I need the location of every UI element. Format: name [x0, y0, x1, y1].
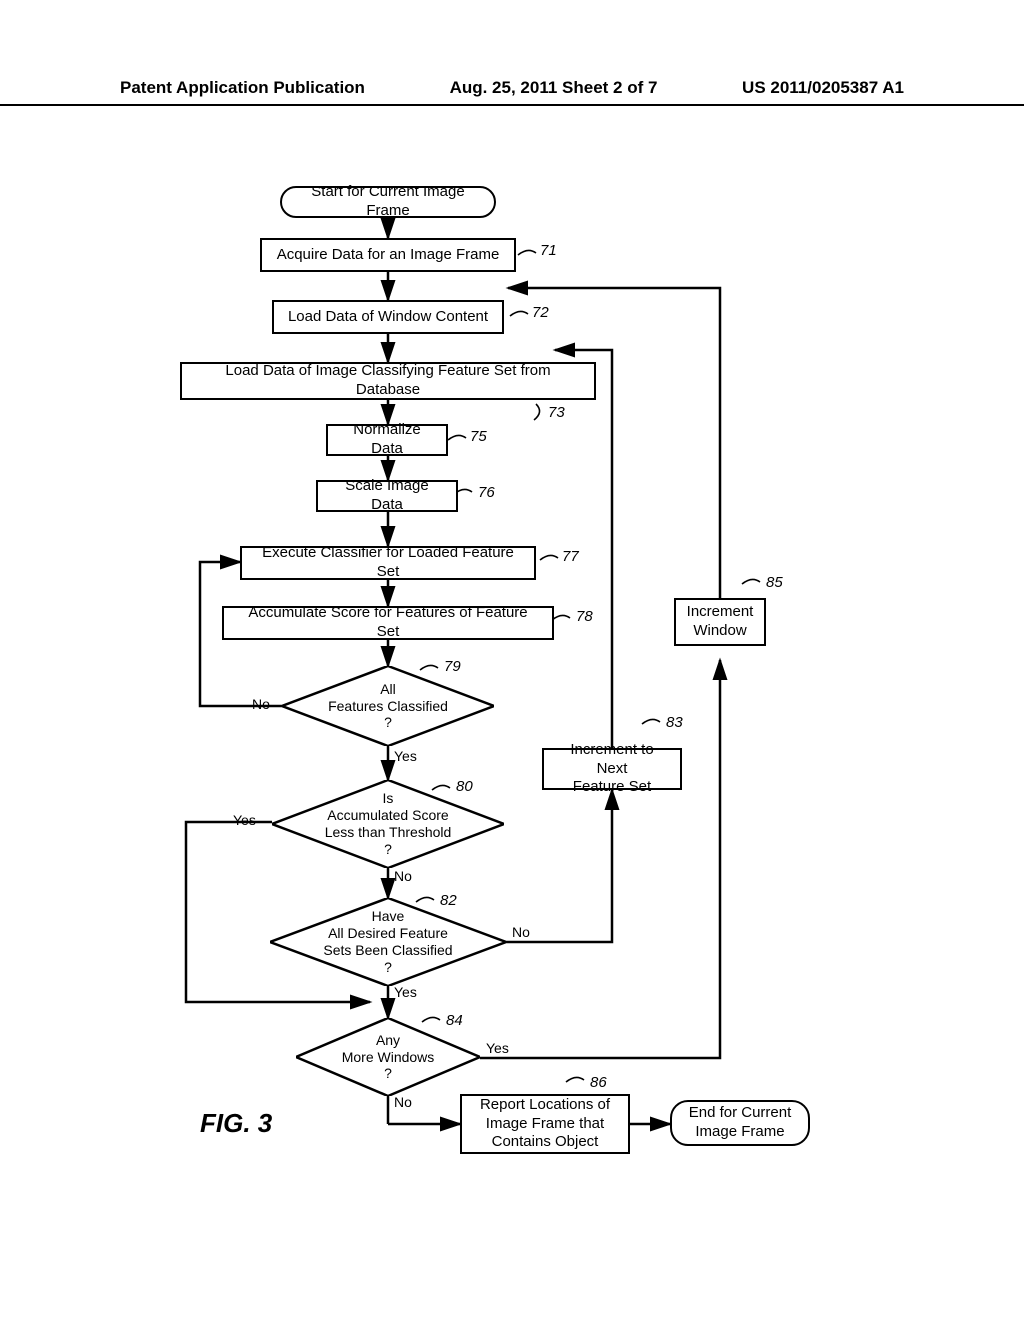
ref-78: 78	[576, 608, 593, 625]
node-normalize: Normalize Data	[326, 424, 448, 456]
ref-76: 76	[478, 484, 495, 501]
node-start: Start for Current Image Frame	[280, 186, 496, 218]
decision-all-sets: HaveAll Desired FeatureSets Been Classif…	[270, 898, 506, 986]
ref-85: 85	[766, 574, 783, 591]
node-accumulate: Accumulate Score for Features of Feature…	[222, 606, 554, 640]
decision-more-windows: AnyMore Windows?	[296, 1018, 480, 1096]
ref-75: 75	[470, 428, 487, 445]
node-end: End for CurrentImage Frame	[670, 1100, 810, 1146]
node-execute: Execute Classifier for Loaded Feature Se…	[240, 546, 536, 580]
flowchart: Start for Current Image Frame Acquire Da…	[0, 0, 1024, 1320]
node-load-featureset: Load Data of Image Classifying Feature S…	[180, 362, 596, 400]
ref-73: 73	[548, 404, 565, 421]
ref-79: 79	[444, 658, 461, 675]
ref-80: 80	[456, 778, 473, 795]
figure-label: FIG. 3	[200, 1108, 272, 1139]
ref-72: 72	[532, 304, 549, 321]
label-79-yes: Yes	[394, 748, 417, 764]
ref-77: 77	[562, 548, 579, 565]
node-increment-featureset: Increment to NextFeature Set	[542, 748, 682, 790]
ref-83: 83	[666, 714, 683, 731]
ref-86: 86	[590, 1074, 607, 1091]
label-79-no: No	[252, 696, 270, 712]
label-80-yes: Yes	[233, 812, 256, 828]
label-84-no: No	[394, 1094, 412, 1110]
label-82-yes: Yes	[394, 984, 417, 1000]
node-acquire: Acquire Data for an Image Frame	[260, 238, 516, 272]
node-report: Report Locations ofImage Frame thatConta…	[460, 1094, 630, 1154]
ref-71: 71	[540, 242, 557, 259]
label-82-no: No	[512, 924, 530, 940]
ref-82: 82	[440, 892, 457, 909]
label-84-yes: Yes	[486, 1040, 509, 1056]
node-load-window: Load Data of Window Content	[272, 300, 504, 334]
node-scale: Scale Image Data	[316, 480, 458, 512]
ref-84: 84	[446, 1012, 463, 1029]
node-increment-window: IncrementWindow	[674, 598, 766, 646]
label-80-no: No	[394, 868, 412, 884]
decision-all-features: AllFeatures Classified?	[282, 666, 494, 746]
